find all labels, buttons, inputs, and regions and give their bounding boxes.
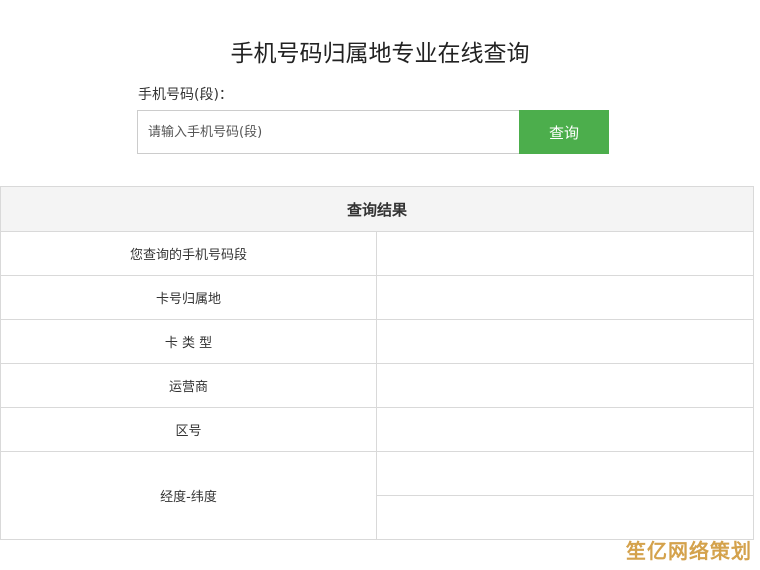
- table-row: 卡号归属地: [0, 275, 755, 320]
- result-table-header-row: 查询结果: [0, 186, 755, 232]
- result-table: 查询结果 您查询的手机号码段 卡号归属地 卡 类 型 运营商 区号 经度-纬度: [0, 186, 755, 540]
- table-row: 经度-纬度: [0, 451, 755, 540]
- result-table-header: 查询结果: [0, 186, 755, 232]
- row-value-number-segment: [375, 231, 755, 276]
- row-label-number-segment: 您查询的手机号码段: [0, 231, 377, 276]
- row-label-card-type: 卡 类 型: [0, 319, 377, 364]
- table-row: 您查询的手机号码段: [0, 231, 755, 276]
- table-row: 卡 类 型: [0, 319, 755, 364]
- row-label-area-code: 区号: [0, 407, 377, 452]
- row-label-carrier: 运营商: [0, 363, 377, 408]
- page: 手机号码归属地专业在线查询 手机号码(段)： 查询 查询结果 您查询的手机号码段…: [0, 0, 760, 570]
- row-value-longitude: [375, 451, 755, 496]
- watermark-logo: 笙亿网络策划: [626, 539, 752, 563]
- phone-number-label: 手机号码(段)：: [138, 87, 233, 103]
- page-title: 手机号码归属地专业在线查询: [230, 41, 530, 67]
- row-label-location: 卡号归属地: [0, 275, 377, 320]
- row-value-carrier: [375, 363, 755, 408]
- table-row: 区号: [0, 407, 755, 452]
- row-label-coordinates: 经度-纬度: [0, 451, 377, 540]
- row-value-latitude: [375, 495, 755, 540]
- row-value-area-code: [375, 407, 755, 452]
- phone-number-input[interactable]: [137, 110, 519, 154]
- row-value-card-type: [375, 319, 755, 364]
- row-value-location: [375, 275, 755, 320]
- query-button[interactable]: 查询: [519, 110, 609, 154]
- table-row: 运营商: [0, 363, 755, 408]
